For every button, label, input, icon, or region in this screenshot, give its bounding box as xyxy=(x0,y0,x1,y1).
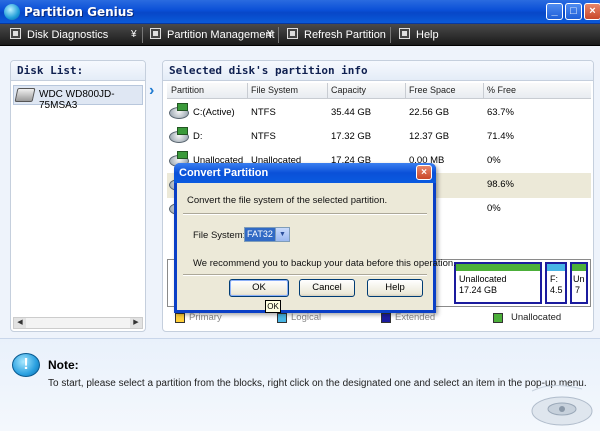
toolbar-divider xyxy=(142,27,143,43)
file-system-value: FAT32 xyxy=(245,228,275,241)
refresh-icon xyxy=(287,28,298,39)
block-label: F: xyxy=(550,274,558,284)
disk-diagnostics-label: Disk Diagnostics xyxy=(27,29,109,41)
dialog-title-bar: Convert Partition × xyxy=(174,163,436,183)
column-header[interactable]: Free Space xyxy=(409,85,456,95)
dialog-close-button[interactable]: × xyxy=(416,165,432,180)
capacity: 35.44 GB xyxy=(331,107,372,118)
disk-list-header: Disk List: xyxy=(11,61,145,81)
legend-extended-swatch xyxy=(381,313,391,323)
percent-free: 98.6% xyxy=(487,179,514,190)
percent-free: 0% xyxy=(487,155,501,166)
app-icon xyxy=(4,4,20,20)
minimize-button[interactable]: _ xyxy=(546,3,563,20)
note-area: ! Note: To start, please select a partit… xyxy=(0,338,600,431)
scroll-left-icon[interactable]: ◀ xyxy=(14,318,26,328)
capacity: 17.32 GB xyxy=(331,131,372,142)
dialog-title: Convert Partition xyxy=(179,167,269,179)
column-header[interactable]: % Free xyxy=(487,85,516,95)
percent-free: 63.7% xyxy=(487,107,514,118)
legend-logical-swatch xyxy=(277,313,287,323)
convert-partition-dialog: Convert Partition × Convert the file sys… xyxy=(174,163,456,313)
dialog-body: Convert the file system of the selected … xyxy=(177,183,456,310)
block-size: 17.24 GB xyxy=(459,285,498,295)
partition-icon xyxy=(169,103,189,121)
partition-icon xyxy=(169,127,189,145)
help-button[interactable]: Help xyxy=(399,27,439,43)
partition-info-header: Selected disk's partition info xyxy=(163,61,593,81)
hard-disk-decoration-icon xyxy=(531,385,593,426)
dialog-divider xyxy=(183,274,427,276)
partition-name: D: xyxy=(193,131,203,142)
diagnostics-icon xyxy=(10,28,21,39)
title-bar: Partition Genius _ □ × xyxy=(0,0,600,24)
partition-name: C:(Active) xyxy=(193,107,235,118)
free-space: 12.37 GB xyxy=(409,131,450,142)
legend-logical: Logical xyxy=(291,312,322,323)
disk-list-panel: Disk List: WDC WD800JD-75MSA3 ◀ ▶ xyxy=(10,60,146,332)
legend-unallocated: Unallocated xyxy=(511,312,562,323)
partition-block-unallocated-2[interactable]: Un 7 xyxy=(570,262,588,304)
partition-icon xyxy=(150,28,161,39)
table-row[interactable]: C:(Active) NTFS 35.44 GB 22.56 GB 63.7% xyxy=(167,101,591,126)
block-label: Unallocated xyxy=(459,274,507,284)
file-system: NTFS xyxy=(251,131,276,142)
column-header[interactable]: Capacity xyxy=(331,85,366,95)
block-size: 4.5 xyxy=(550,285,563,295)
partition-block-f[interactable]: F: 4.5 xyxy=(545,262,567,304)
main-toolbar: Disk Diagnostics ¥ Partition Management … xyxy=(0,24,600,46)
chevron-down-icon[interactable]: ¥ xyxy=(131,27,137,43)
legend-primary: Primary xyxy=(189,312,222,323)
legend-primary-swatch xyxy=(175,313,185,323)
toolbar-divider xyxy=(278,27,279,43)
note-title: Note: xyxy=(48,358,79,372)
percent-free: 71.4% xyxy=(487,131,514,142)
horizontal-scrollbar[interactable]: ◀ ▶ xyxy=(13,317,143,329)
free-space: 22.56 GB xyxy=(409,107,450,118)
toolbar-divider xyxy=(390,27,391,43)
partition-management-button[interactable]: Partition Management xyxy=(150,27,275,43)
file-system-select[interactable]: FAT32 ▼ xyxy=(244,227,290,242)
block-size: 7 xyxy=(575,285,581,295)
table-row[interactable]: D: NTFS 17.32 GB 12.37 GB 71.4% xyxy=(167,125,591,150)
close-button[interactable]: × xyxy=(584,3,600,20)
scroll-right-icon[interactable]: ▶ xyxy=(130,318,142,328)
refresh-partition-label: Refresh Partition xyxy=(304,29,386,41)
dialog-divider xyxy=(183,213,427,215)
window-title: Partition Genius xyxy=(24,5,134,19)
help-label: Help xyxy=(416,29,439,41)
partition-table-header: Partition File System Capacity Free Spac… xyxy=(167,83,591,99)
legend-unallocated-swatch xyxy=(493,313,503,323)
percent-free: 0% xyxy=(487,203,501,214)
file-system-label: File System: xyxy=(193,230,246,241)
disk-label: WDC WD800JD-75MSA3 xyxy=(39,89,115,111)
partition-block-unallocated[interactable]: Unallocated 17.24 GB xyxy=(454,262,542,304)
dialog-help-button[interactable]: Help xyxy=(367,279,423,297)
disk-diagnostics-button[interactable]: Disk Diagnostics xyxy=(10,27,108,43)
maximize-button[interactable]: □ xyxy=(565,3,582,20)
partition-management-label: Partition Management xyxy=(167,29,275,41)
cancel-button[interactable]: Cancel xyxy=(299,279,355,297)
block-label: Un xyxy=(573,274,585,284)
legend-extended: Extended xyxy=(395,312,436,323)
dialog-description: Convert the file system of the selected … xyxy=(187,195,388,206)
chevron-down-icon[interactable]: ▼ xyxy=(275,228,289,241)
backup-recommendation: We recommend you to backup your data bef… xyxy=(193,258,456,269)
column-header[interactable]: Partition xyxy=(171,85,204,95)
ok-tooltip: OK xyxy=(265,300,281,313)
column-header[interactable]: File System xyxy=(251,85,298,95)
file-system: NTFS xyxy=(251,107,276,118)
ok-button[interactable]: OK xyxy=(229,279,289,297)
disk-list-item[interactable]: WDC WD800JD-75MSA3 xyxy=(13,85,143,111)
chevron-down-icon[interactable]: ¥ xyxy=(267,27,273,43)
note-text: To start, please select a partition from… xyxy=(48,378,587,389)
selection-arrow-icon: › xyxy=(149,82,155,99)
refresh-partition-button[interactable]: Refresh Partition xyxy=(287,27,386,43)
info-bubble-icon: ! xyxy=(12,353,40,377)
hard-disk-icon xyxy=(14,88,36,102)
help-icon xyxy=(399,28,410,39)
